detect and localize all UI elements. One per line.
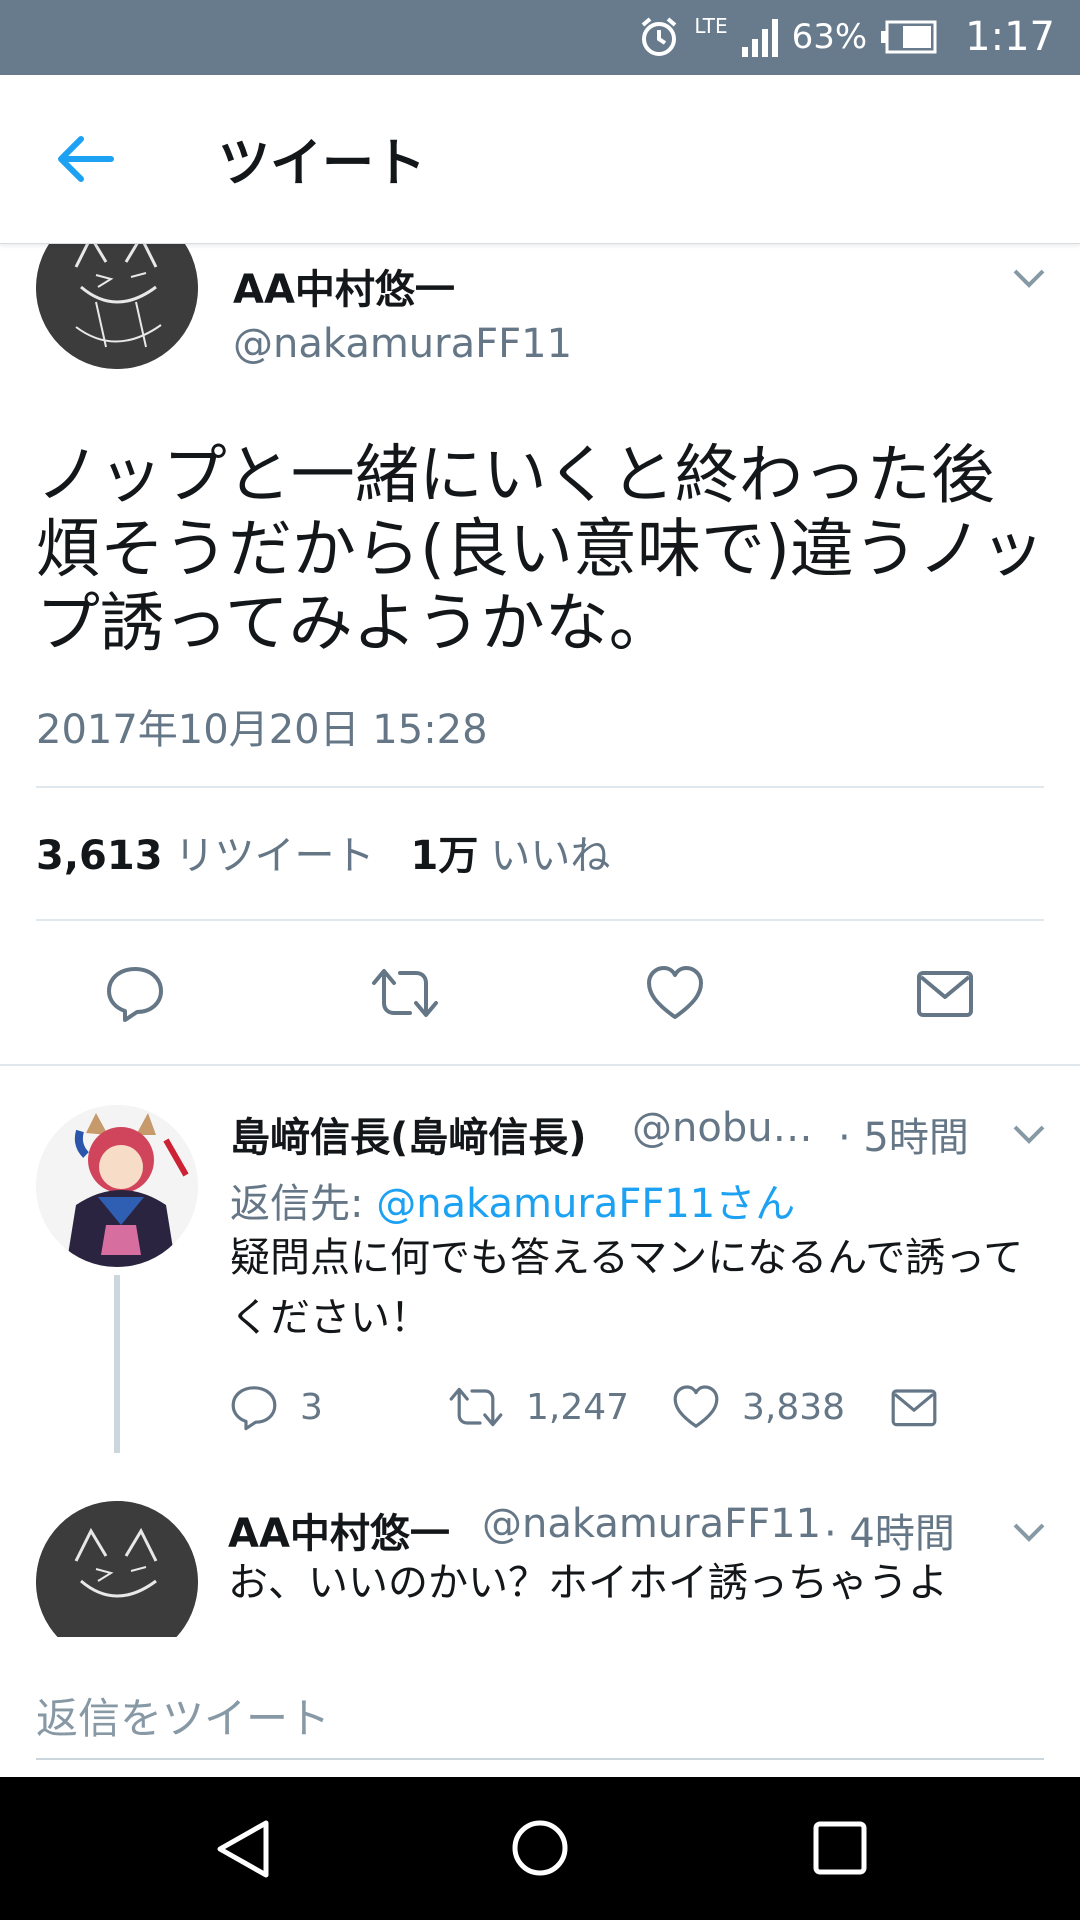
reply-retweet-count: 1,247 xyxy=(526,1386,630,1428)
circle-home-icon[interactable] xyxy=(509,1817,571,1879)
reply-like-count: 3,838 xyxy=(742,1386,846,1428)
divider xyxy=(36,919,1044,921)
reply-author-handle[interactable]: @nobu… xyxy=(632,1105,813,1151)
battery-icon xyxy=(881,20,937,54)
divider xyxy=(36,786,1044,788)
arrow-left-icon[interactable] xyxy=(55,133,115,185)
status-bar: LTE 63% 1:17 xyxy=(0,0,1080,75)
heart-icon[interactable] xyxy=(672,1383,720,1431)
like-count[interactable]: 1万 xyxy=(411,823,479,881)
divider xyxy=(0,1064,1080,1066)
like-label[interactable]: いいね xyxy=(490,823,610,881)
thread-line xyxy=(114,1275,120,1453)
chevron-down-icon[interactable] xyxy=(1012,267,1046,289)
tweet-timestamp: 2017年10月20日 15:28 xyxy=(36,707,488,753)
page-title: ツイート xyxy=(218,134,427,194)
reply-action-retweet[interactable]: 1,247 xyxy=(448,1383,629,1431)
avatar-cat-drawing xyxy=(36,243,198,369)
reply-author-name[interactable]: AA中村悠一 xyxy=(228,1501,450,1559)
reply-action-dm[interactable] xyxy=(890,1383,960,1431)
author-name[interactable]: AA中村悠一 xyxy=(233,257,455,315)
avatar-cat-drawing xyxy=(36,1501,198,1637)
envelope-icon[interactable] xyxy=(890,1383,938,1431)
triangle-back-icon[interactable] xyxy=(212,1817,274,1881)
signal-icon xyxy=(741,19,778,57)
envelope-icon[interactable] xyxy=(915,963,975,1023)
reply-icon[interactable] xyxy=(105,963,165,1023)
reply-compose-bar: 返信をツイート xyxy=(0,1637,1080,1777)
chevron-down-icon[interactable] xyxy=(1012,1521,1046,1543)
app-bar: ツイート xyxy=(0,75,1080,244)
reply-count: 3 xyxy=(300,1386,323,1428)
author-handle[interactable]: @nakamuraFF11 xyxy=(233,321,572,367)
input-underline xyxy=(36,1758,1044,1760)
reply-to-user-link[interactable]: @nakamuraFF11さん xyxy=(376,1181,795,1227)
reply-action-like[interactable]: 3,838 xyxy=(672,1383,845,1431)
reply-time: · 5時間 xyxy=(838,1115,969,1161)
system-nav-bar xyxy=(0,1777,1080,1920)
chevron-down-icon[interactable] xyxy=(1012,1123,1046,1145)
avatar[interactable] xyxy=(36,1105,198,1267)
tweet-actions xyxy=(0,963,1080,1025)
square-recents-icon[interactable] xyxy=(812,1820,868,1876)
heart-icon[interactable] xyxy=(645,963,705,1023)
reply-input[interactable]: 返信をツイート xyxy=(36,1685,330,1746)
retweet-icon[interactable] xyxy=(370,963,440,1023)
reply-to-label: 返信先: xyxy=(230,1181,364,1227)
retweet-icon[interactable] xyxy=(448,1383,504,1431)
tweet-text: ノップと一緒にいくと終わった後煩そうだから(良い意味で)違うノップ誘ってみようか… xyxy=(36,439,1045,661)
reply-author-handle[interactable]: @nakamuraFF11 xyxy=(482,1501,821,1547)
reply-text: 疑問点に何でも答えるマンになるんで誘ってください！ xyxy=(230,1235,1024,1341)
alarm-icon xyxy=(642,17,677,56)
reply-icon[interactable] xyxy=(230,1383,278,1431)
reply-author-name[interactable]: 島﨑信長(島﨑信長) xyxy=(230,1105,587,1163)
battery-percent: 63% xyxy=(791,17,868,57)
reply-text: お、いいのかい？ホイホイ誘っちゃうよ xyxy=(228,1560,948,1606)
tweet-detail[interactable]: AA中村悠一 @nakamuraFF11 ノップと一緒にいくと終わった後煩そうだ… xyxy=(0,243,1080,1637)
avatar-anime-character xyxy=(36,1105,198,1267)
retweet-count[interactable]: 3,613 xyxy=(36,833,163,879)
reply-to: 返信先: @nakamuraFF11さん xyxy=(230,1171,795,1229)
avatar[interactable] xyxy=(36,243,198,369)
retweet-label[interactable]: リツイート xyxy=(175,823,375,881)
tweet-stats: 3,613 リツイート 1万 いいね xyxy=(36,823,610,881)
avatar[interactable] xyxy=(36,1501,198,1637)
network-type: LTE xyxy=(694,14,728,38)
reply-action-reply[interactable]: 3 xyxy=(230,1383,323,1431)
reply-time: · 4時間 xyxy=(824,1511,955,1557)
clock: 1:17 xyxy=(965,14,1055,60)
